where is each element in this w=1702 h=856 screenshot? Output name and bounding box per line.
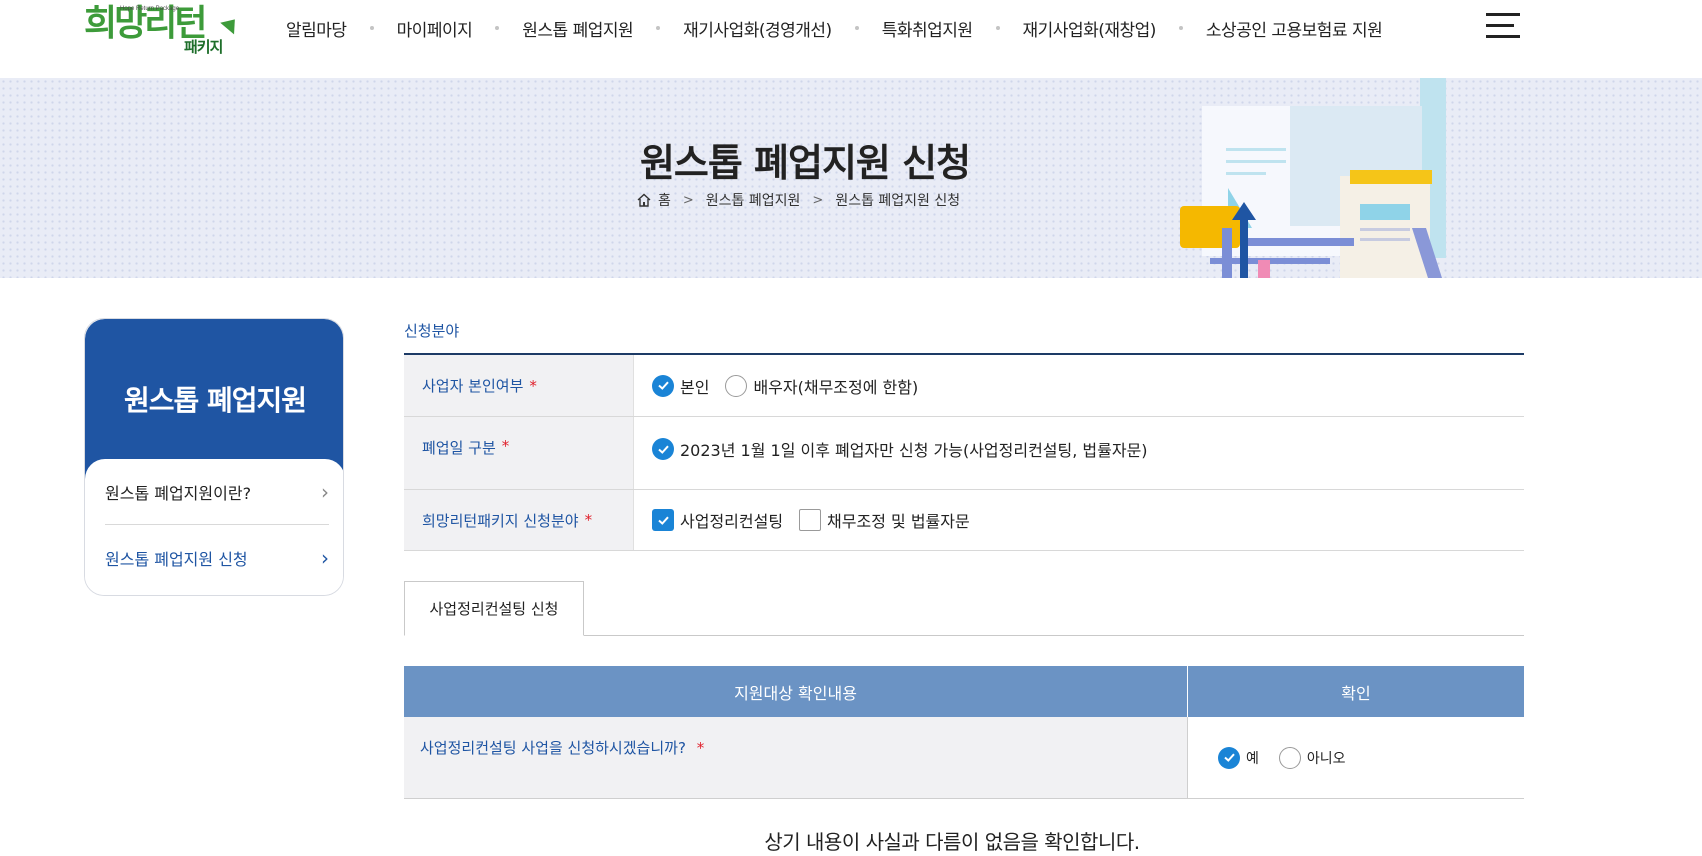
confirmation-table: 지원대상 확인내용 확인 사업정리컨설팅 사업을 신청하시겠습니까? * 예 아…	[404, 666, 1524, 799]
section-label: 신청분야	[404, 322, 460, 340]
column-header-content: 지원대상 확인내용	[404, 666, 1188, 717]
nav-separator	[495, 26, 500, 30]
form-value: 본인 배우자(채무조정에 한함)	[634, 355, 1524, 416]
chevron-right-icon: ›	[321, 479, 329, 504]
logo-leaf-icon	[220, 13, 242, 35]
checkbox-consulting[interactable]: 사업정리컨설팅	[652, 508, 783, 532]
radio-checked-icon[interactable]	[652, 438, 674, 460]
form-value: 2023년 1월 1일 이후 폐업자만 신청 가능(사업정리컨설팅, 법률자문)	[634, 417, 1524, 489]
nav-item-closure-support[interactable]: 원스톱 폐업지원	[522, 16, 633, 41]
radio-self[interactable]: 본인	[652, 374, 709, 398]
radio-closure-date[interactable]: 2023년 1월 1일 이후 폐업자만 신청 가능(사업정리컨설팅, 법률자문)	[652, 437, 1148, 461]
checkbox-debt-legal[interactable]: 채무조정 및 법률자문	[799, 508, 970, 532]
sidebar-item-apply[interactable]: 원스톱 폐업지원 신청 ›	[105, 525, 329, 591]
radio-spouse[interactable]: 배우자(채무조정에 한함)	[725, 374, 918, 398]
breadcrumb-home[interactable]: 홈	[658, 190, 671, 210]
radio-no[interactable]: 아니오	[1278, 746, 1346, 769]
radio-unchecked-icon[interactable]	[725, 374, 748, 397]
checkbox-label: 채무조정 및 법률자문	[827, 512, 970, 531]
required-mark: *	[696, 739, 705, 757]
radio-checked-icon[interactable]	[1218, 746, 1240, 769]
radio-label: 예	[1246, 750, 1259, 767]
home-icon[interactable]	[636, 193, 652, 207]
table-row: 사업정리컨설팅 사업을 신청하시겠습니까? * 예 아니오	[404, 717, 1524, 799]
nav-item-mypage[interactable]: 마이페이지	[397, 16, 473, 41]
form-label-text: 사업자 본인여부	[422, 377, 524, 395]
form-label-text: 폐업일 구분	[422, 439, 496, 457]
breadcrumb-section[interactable]: 원스톱 폐업지원	[706, 190, 801, 210]
nav-item-insurance-support[interactable]: 소상공인 고용보험료 지원	[1206, 16, 1383, 41]
sidebar-item-label: 원스톱 폐업지원 신청	[105, 550, 248, 569]
site-header: 희망리턴 Hope Return Package 패키지 알림마당 마이페이지 …	[0, 0, 1702, 78]
page-banner: 원스톱 폐업지원 신청 홈 > 원스톱 폐업지원 > 원스톱 폐업지원 신청	[0, 78, 1702, 278]
confirmation-options: 예 아니오	[1188, 717, 1524, 798]
breadcrumb-current: 원스톱 폐업지원 신청	[835, 193, 961, 209]
site-logo[interactable]: 희망리턴 Hope Return Package 패키지	[84, 0, 242, 60]
nav-separator	[1178, 26, 1183, 30]
form-row-package-field: 희망리턴패키지 신청분야 * 사업정리컨설팅 채무조정 및 법률자문	[404, 490, 1524, 551]
column-header-confirm: 확인	[1341, 683, 1371, 703]
sidebar-item-label: 원스톱 폐업지원이란?	[105, 483, 252, 503]
chevron-right-icon: >	[812, 192, 824, 208]
checkbox-unchecked-icon[interactable]	[799, 509, 822, 531]
nav-item-employment-support[interactable]: 특화취업지원	[882, 16, 973, 41]
form-label: 희망리턴패키지 신청분야 *	[404, 490, 634, 550]
sidebar-item-about[interactable]: 원스톱 폐업지원이란? ›	[105, 459, 329, 525]
nav-separator	[369, 26, 374, 30]
radio-label: 본인	[680, 377, 710, 397]
logo-sub-text: 패키지	[184, 38, 223, 56]
required-mark: *	[501, 437, 510, 455]
radio-label: 배우자(채무조정에 한함)	[753, 377, 919, 397]
radio-checked-icon[interactable]	[652, 374, 674, 397]
form-label: 폐업일 구분 *	[404, 417, 634, 489]
confirmation-question: 사업정리컨설팅 사업을 신청하시겠습니까? *	[404, 717, 1188, 798]
nav-item-business-improvement[interactable]: 재기사업화(경영개선)	[683, 16, 832, 41]
form-label-text: 희망리턴패키지 신청분야	[422, 511, 579, 530]
banner-illustration	[1180, 78, 1446, 278]
confirmation-table-header: 지원대상 확인내용 확인	[404, 666, 1524, 717]
radio-yes[interactable]: 예	[1218, 746, 1259, 769]
sidebar-title: 원스톱 폐업지원	[123, 384, 307, 417]
chevron-right-icon: ›	[321, 546, 329, 570]
form-label: 사업자 본인여부 *	[404, 355, 634, 416]
radio-unchecked-icon[interactable]	[1278, 746, 1301, 769]
sidebar-header: 원스톱 폐업지원	[85, 319, 343, 479]
checkbox-label: 사업정리컨설팅	[680, 512, 784, 531]
tab-consulting-application[interactable]: 사업정리컨설팅 신청	[404, 581, 584, 636]
affirmation-text: 상기 내용이 사실과 다름이 없음을 확인합니다.	[764, 830, 1140, 854]
form-value: 사업정리컨설팅 채무조정 및 법률자문	[634, 490, 1524, 550]
required-mark: *	[529, 376, 537, 395]
form-row-applicant-type: 사업자 본인여부 * 본인 배우자(채무조정에 한함)	[404, 355, 1524, 417]
required-mark: *	[584, 511, 593, 529]
nav-separator	[995, 26, 1000, 30]
chevron-right-icon: >	[682, 192, 694, 208]
breadcrumb: 홈 > 원스톱 폐업지원 > 원스톱 폐업지원 신청	[636, 190, 960, 210]
nav-item-restart[interactable]: 재기사업화(재창업)	[1023, 16, 1157, 41]
main-nav: 알림마당 마이페이지 원스톱 폐업지원 재기사업화(경영개선) 특화취업지원 재…	[286, 12, 1383, 44]
sidebar: 원스톱 폐업지원 원스톱 폐업지원이란? › 원스톱 폐업지원 신청 ›	[84, 318, 344, 596]
hamburger-menu-icon[interactable]	[1486, 13, 1520, 39]
question-text: 사업정리컨설팅 사업을 신청하시겠습니까?	[420, 739, 686, 757]
nav-separator	[854, 26, 859, 30]
nav-item-notice[interactable]: 알림마당	[286, 16, 347, 41]
logo-small-text: Hope Return Package	[120, 6, 180, 12]
form-row-closure-date: 폐업일 구분 * 2023년 1월 1일 이후 폐업자만 신청 가능(사업정리컨…	[404, 417, 1524, 490]
application-form: 사업자 본인여부 * 본인 배우자(채무조정에 한함) 폐업일 구분 * 202…	[404, 353, 1524, 551]
radio-label: 아니오	[1306, 750, 1346, 767]
nav-separator	[656, 26, 661, 30]
radio-label: 2023년 1월 1일 이후 폐업자만 신청 가능(사업정리컨설팅, 법률자문)	[680, 441, 1148, 460]
checkbox-checked-icon[interactable]	[652, 509, 674, 531]
sidebar-menu: 원스톱 폐업지원이란? › 원스톱 폐업지원 신청 ›	[85, 459, 343, 595]
